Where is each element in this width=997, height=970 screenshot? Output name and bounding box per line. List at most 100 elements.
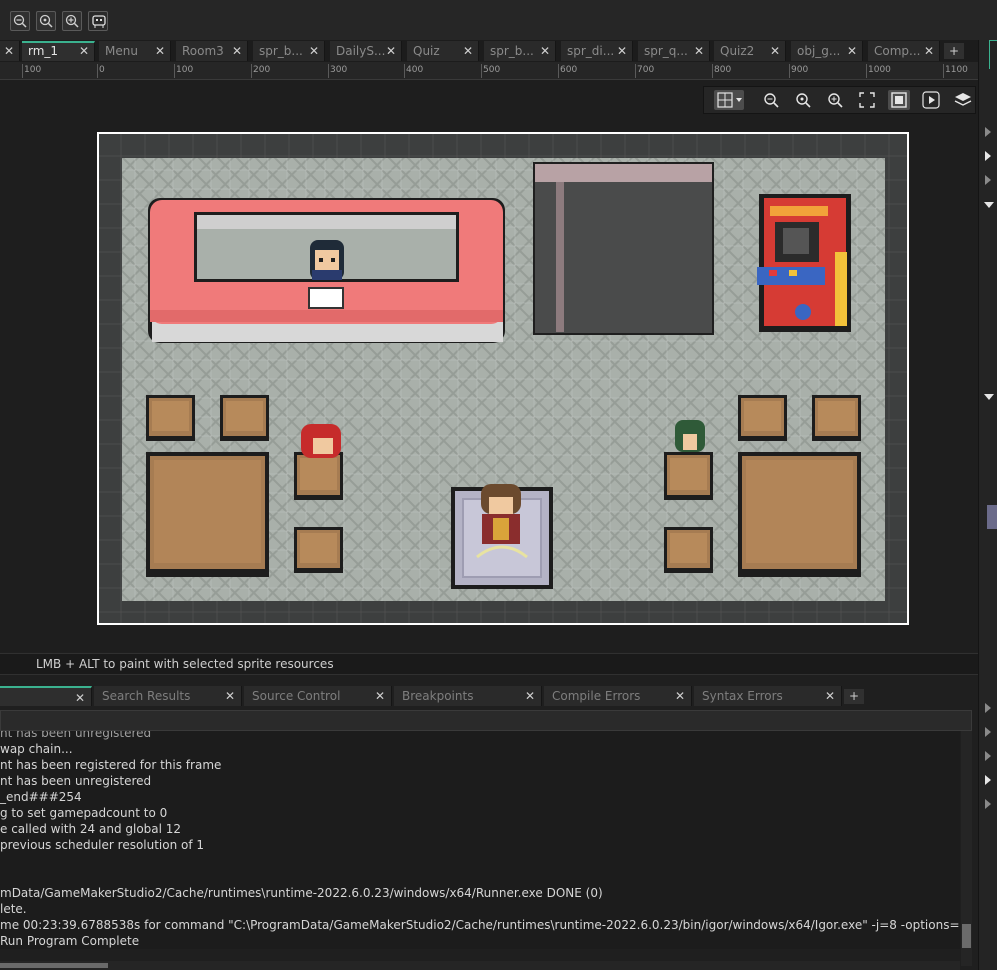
close-icon[interactable]: ✕ <box>75 688 85 708</box>
close-icon[interactable]: ✕ <box>79 43 89 60</box>
collapse-arrow-icon[interactable] <box>984 202 994 208</box>
tab-label: spr_q... <box>644 44 688 58</box>
close-icon[interactable]: ✕ <box>675 686 685 706</box>
output-line: nt has been unregistered <box>0 731 152 740</box>
horizontal-scroll-thumb[interactable] <box>0 963 108 968</box>
green-hair-npc-sprite[interactable] <box>675 420 705 452</box>
tab-source-control[interactable]: Source Control ✕ <box>244 686 392 706</box>
tab-output[interactable]: ✕ <box>0 686 92 706</box>
output-line: lete. <box>0 902 27 916</box>
tab-label: Search Results <box>102 689 191 703</box>
tab-syntax-errors[interactable]: Syntax Errors ✕ <box>694 686 842 706</box>
player-sprite[interactable] <box>481 484 521 544</box>
stool[interactable] <box>664 527 713 573</box>
close-icon[interactable]: ✕ <box>770 41 780 61</box>
stool[interactable] <box>812 395 861 441</box>
stool[interactable] <box>294 527 343 573</box>
output-line: nt has been registered for this frame <box>0 758 222 772</box>
gamepad-icon[interactable] <box>88 11 108 31</box>
close-icon[interactable]: ✕ <box>155 41 165 61</box>
play-icon[interactable] <box>920 90 942 110</box>
close-icon[interactable]: ✕ <box>463 41 473 61</box>
expand-arrow-icon[interactable] <box>985 703 991 713</box>
output-scroll-thumb[interactable] <box>962 924 971 948</box>
tab-spr-b-2[interactable]: spr_b... ✕ <box>484 41 556 61</box>
zoom-out-icon[interactable] <box>760 90 782 110</box>
close-icon[interactable]: ✕ <box>386 41 396 61</box>
table[interactable] <box>738 452 861 577</box>
output-search-bar[interactable] <box>0 710 972 731</box>
tab-menu[interactable]: Menu ✕ <box>99 41 171 61</box>
close-icon[interactable]: ✕ <box>617 41 627 61</box>
output-line: e called with 24 and global 12 <box>0 822 182 836</box>
stool[interactable] <box>294 452 343 500</box>
stool[interactable] <box>738 395 787 441</box>
close-icon[interactable]: ✕ <box>232 41 242 61</box>
expand-arrow-icon[interactable] <box>985 751 991 761</box>
close-icon[interactable]: ✕ <box>694 41 704 61</box>
grid-icon[interactable] <box>714 90 744 110</box>
receptionist-sprite[interactable] <box>310 240 344 280</box>
tab-dailys[interactable]: DailyS... ✕ <box>330 41 402 61</box>
tab-comp[interactable]: Comp... ✕ <box>868 41 940 61</box>
tab-quiz[interactable]: Quiz ✕ <box>407 41 479 61</box>
close-icon[interactable]: ✕ <box>825 686 835 706</box>
tab-breakpoints[interactable]: Breakpoints ✕ <box>394 686 542 706</box>
expand-arrow-icon[interactable] <box>985 727 991 737</box>
zoom-reset-icon[interactable] <box>36 11 56 31</box>
collapse-arrow-icon[interactable] <box>984 394 994 400</box>
stool[interactable] <box>146 395 195 441</box>
close-icon[interactable]: ✕ <box>309 41 319 61</box>
stool[interactable] <box>220 395 269 441</box>
tab-overflow[interactable]: ✕ <box>0 41 20 61</box>
arcade-machine[interactable] <box>757 194 851 332</box>
close-icon[interactable]: ✕ <box>525 686 535 706</box>
zoom-in-icon[interactable] <box>824 90 846 110</box>
close-icon[interactable]: ✕ <box>847 41 857 61</box>
close-icon[interactable]: ✕ <box>924 41 934 61</box>
tab-compile-errors[interactable]: Compile Errors ✕ <box>544 686 692 706</box>
tab-label: Source Control <box>252 689 341 703</box>
tab-rm-1[interactable]: rm_1 ✕ <box>22 41 95 61</box>
tab-spr-b-1[interactable]: spr_b... ✕ <box>253 41 325 61</box>
zoom-out-icon[interactable] <box>10 11 30 31</box>
expand-arrow-icon[interactable] <box>985 775 991 785</box>
tab-room3[interactable]: Room3 ✕ <box>176 41 248 61</box>
zoom-in-icon[interactable] <box>62 11 82 31</box>
room-view[interactable] <box>97 132 909 625</box>
expand-arrow-icon[interactable] <box>985 151 991 161</box>
close-icon[interactable]: ✕ <box>375 686 385 706</box>
close-icon[interactable]: ✕ <box>225 686 235 706</box>
tab-obj-g[interactable]: obj_g... ✕ <box>791 41 863 61</box>
red-hair-npc-sprite[interactable] <box>301 424 341 458</box>
tab-quiz2[interactable]: Quiz2 ✕ <box>714 41 786 61</box>
tab-label: spr_b... <box>490 44 534 58</box>
tab-search-results[interactable]: Search Results ✕ <box>94 686 242 706</box>
expand-arrow-icon[interactable] <box>985 799 991 809</box>
expand-arrow-icon[interactable] <box>985 175 991 185</box>
layers-icon[interactable] <box>952 90 974 110</box>
close-icon[interactable]: ✕ <box>540 41 550 61</box>
fullscreen-icon[interactable] <box>856 90 878 110</box>
output-console[interactable]: nt has been unregistered wap chain... nt… <box>0 731 960 949</box>
close-icon[interactable]: ✕ <box>4 41 14 61</box>
tab-spr-di[interactable]: spr_di... ✕ <box>561 41 633 61</box>
horizontal-scrollbar[interactable] <box>0 961 960 970</box>
ruler-label: 700 <box>637 65 655 75</box>
ruler-label: 100 <box>176 65 194 75</box>
stool[interactable] <box>664 452 713 500</box>
dock-scroll-thumb[interactable] <box>987 505 997 529</box>
dock-tab[interactable] <box>989 40 997 69</box>
status-hint: LMB + ALT to paint with selected sprite … <box>36 657 334 671</box>
expand-arrow-icon[interactable] <box>985 127 991 137</box>
table[interactable] <box>146 452 269 577</box>
ruler-label: 1100 <box>945 65 968 75</box>
frame-icon[interactable] <box>888 90 910 110</box>
tab-label: Quiz2 <box>720 44 755 58</box>
right-dock-strip <box>978 40 997 970</box>
tab-spr-q[interactable]: spr_q... ✕ <box>638 41 710 61</box>
add-tab-button[interactable]: + <box>944 43 964 59</box>
display-cabinet[interactable] <box>533 162 714 335</box>
zoom-reset-icon[interactable] <box>792 90 814 110</box>
add-tab-button[interactable]: + <box>844 689 864 704</box>
